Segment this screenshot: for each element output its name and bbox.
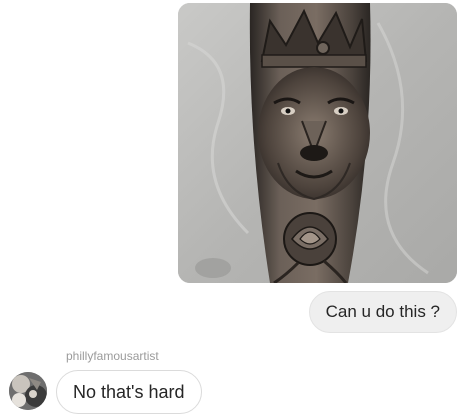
- tattoo-photo-icon: [178, 3, 457, 283]
- received-message-bubble[interactable]: No that's hard: [56, 370, 202, 414]
- sent-message-text: Can u do this ?: [325, 302, 440, 321]
- received-message-text: No that's hard: [73, 381, 185, 402]
- profile-avatar-icon[interactable]: [9, 372, 47, 410]
- chat-thread: Can u do this ? phillyfamousartist No th…: [0, 0, 460, 415]
- sent-photo-message[interactable]: [178, 3, 457, 283]
- sent-message-bubble[interactable]: Can u do this ?: [308, 291, 457, 333]
- sender-username[interactable]: phillyfamousartist: [66, 349, 159, 363]
